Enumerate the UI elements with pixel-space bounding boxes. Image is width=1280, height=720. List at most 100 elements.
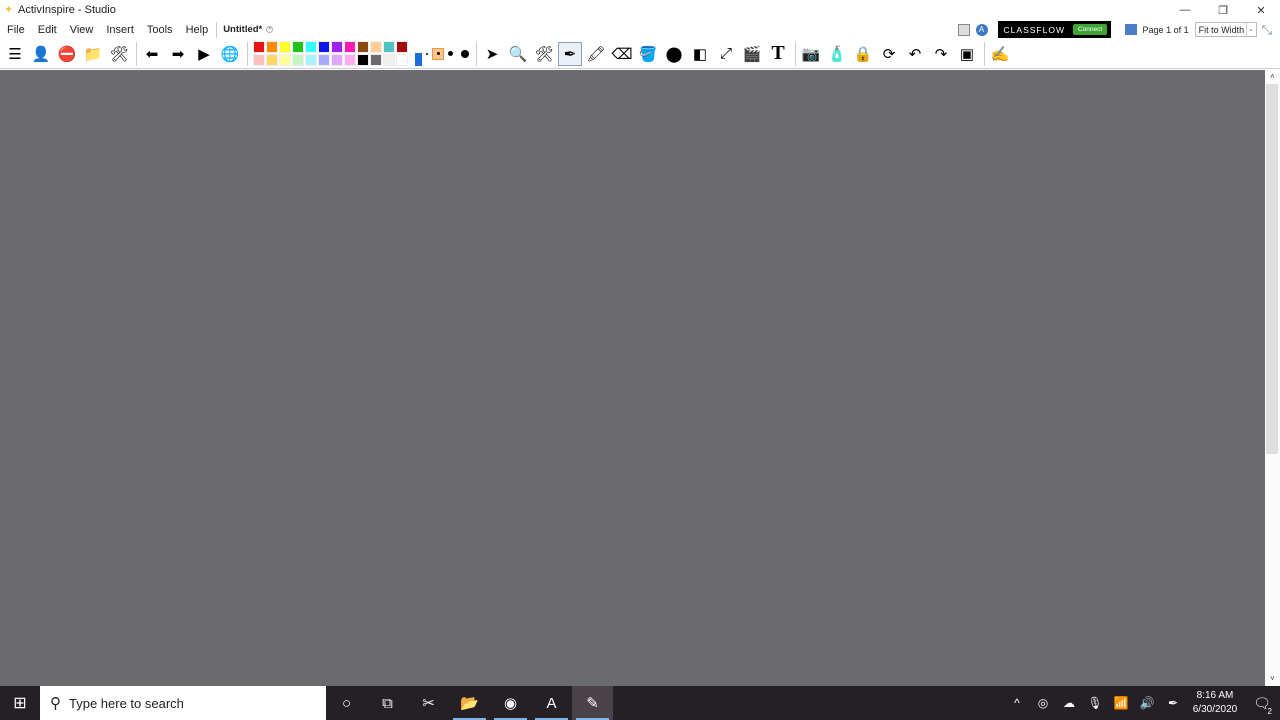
pen-icon[interactable]: ✒ bbox=[558, 41, 582, 66]
scroll-down-icon[interactable]: ˅ bbox=[1265, 672, 1280, 686]
fullscreen-icon[interactable]: ⤡ bbox=[1262, 22, 1272, 38]
menu-file[interactable]: File bbox=[0, 24, 31, 36]
main-menu-icon[interactable]: ☰ bbox=[3, 42, 27, 66]
color-swatch-row1-5[interactable] bbox=[318, 40, 330, 53]
close-tab-icon[interactable]: × bbox=[266, 26, 274, 33]
color-swatch-row1-6[interactable] bbox=[331, 40, 343, 53]
color-swatch-row2-9[interactable] bbox=[370, 53, 382, 66]
color-swatch-row2-1[interactable] bbox=[266, 53, 278, 66]
clock[interactable]: 8:16 AM 6/30/2020 bbox=[1186, 689, 1244, 717]
color-swatch-row1-10[interactable] bbox=[383, 40, 395, 53]
color-swatch-row1-7[interactable] bbox=[344, 40, 356, 53]
tools-icon[interactable]: 🛠 bbox=[532, 42, 556, 66]
taskbar-search[interactable]: ⚲ Type here to search bbox=[40, 686, 326, 720]
menu-edit[interactable]: Edit bbox=[31, 24, 63, 36]
color-swatch-row2-0[interactable] bbox=[253, 53, 265, 66]
start-button[interactable]: ⊞ bbox=[0, 686, 40, 720]
eraser-icon[interactable]: ⌫ bbox=[610, 42, 634, 66]
pen-workspace-icon[interactable]: ✒ bbox=[1160, 696, 1186, 710]
pen-width-medium[interactable] bbox=[448, 51, 453, 56]
magic-ink-icon[interactable]: ◧ bbox=[688, 42, 712, 66]
clapperboard-icon[interactable]: 🎬 bbox=[740, 42, 764, 66]
page-grid-icon[interactable] bbox=[1124, 24, 1137, 35]
color-swatch-row1-1[interactable] bbox=[266, 40, 278, 53]
color-swatch-row2-7[interactable] bbox=[344, 53, 356, 66]
resource-library-icon[interactable]: 📁 bbox=[81, 42, 105, 66]
color-swatch-row2-8[interactable] bbox=[357, 53, 369, 66]
pen-width-large[interactable] bbox=[461, 49, 469, 58]
no-entry-icon[interactable]: ⛔ bbox=[55, 42, 79, 66]
task-view-icon[interactable]: ⧉ bbox=[367, 686, 408, 720]
color-swatch-row2-5[interactable] bbox=[318, 53, 330, 66]
color-swatch-row2-11[interactable] bbox=[396, 53, 408, 66]
show-hidden-icons[interactable]: ^ bbox=[1004, 696, 1030, 710]
menu-tools[interactable]: Tools bbox=[140, 24, 179, 36]
next-page-icon[interactable]: ➡ bbox=[166, 42, 190, 66]
onedrive-icon[interactable]: ☁ bbox=[1056, 696, 1082, 710]
document-tab[interactable]: Untitled* × bbox=[223, 24, 274, 35]
pen-width-tiny[interactable] bbox=[426, 52, 428, 55]
scroll-up-icon[interactable]: ˄ bbox=[1265, 70, 1280, 84]
magnifier-icon[interactable]: 🔍 bbox=[506, 42, 530, 66]
color-swatch-row2-10[interactable] bbox=[383, 53, 395, 66]
play-icon[interactable]: ▶ bbox=[192, 42, 216, 66]
undo-icon[interactable]: ↶ bbox=[903, 42, 927, 66]
restore-button[interactable]: ❐ bbox=[1204, 0, 1242, 20]
color-swatch-row1-9[interactable] bbox=[370, 40, 382, 53]
chrome-icon[interactable]: ◉ bbox=[490, 686, 531, 720]
activinspire-globe-icon[interactable]: 🌐 bbox=[218, 42, 242, 66]
lock-icon[interactable]: 🔒 bbox=[851, 42, 875, 66]
shape-icon[interactable]: ⬤ bbox=[662, 42, 686, 66]
volume-icon[interactable]: 🔊 bbox=[1134, 696, 1160, 710]
active-color-indicator[interactable] bbox=[415, 53, 422, 66]
highlighter-icon[interactable]: 🖍 bbox=[584, 42, 608, 66]
menu-insert[interactable]: Insert bbox=[99, 24, 140, 36]
zoom-select[interactable]: Fit to Width ⌄ bbox=[1194, 22, 1257, 37]
menu-view[interactable]: View bbox=[63, 24, 100, 36]
color-swatch-row1-11[interactable] bbox=[396, 40, 408, 53]
pen-width-small-selected[interactable] bbox=[432, 47, 444, 60]
text-icon[interactable]: T bbox=[766, 42, 790, 66]
color-swatch-row1-3[interactable] bbox=[292, 40, 304, 53]
camera-icon[interactable]: 📷 bbox=[799, 42, 823, 66]
microphone-icon[interactable]: 🎙 bbox=[1082, 696, 1108, 710]
color-swatch-row1-2[interactable] bbox=[279, 40, 291, 53]
toolbox-settings-icon[interactable]: 🛠 bbox=[107, 42, 131, 66]
color-swatch-row2-2[interactable] bbox=[279, 53, 291, 66]
select-icon[interactable]: ➤ bbox=[480, 42, 504, 66]
pen-width-group bbox=[415, 41, 473, 67]
activinspire-account-icon[interactable]: A bbox=[975, 23, 988, 36]
chevron-down-icon[interactable]: ⌄ bbox=[1245, 23, 1256, 36]
minimize-button[interactable]: — bbox=[1166, 0, 1204, 20]
cortana-icon[interactable]: ○ bbox=[326, 686, 367, 720]
vertical-scrollbar[interactable]: ˄ ˅ bbox=[1265, 70, 1280, 686]
menu-help[interactable]: Help bbox=[179, 24, 215, 36]
color-swatch-row2-3[interactable] bbox=[292, 53, 304, 66]
color-swatch-row1-8[interactable] bbox=[357, 40, 369, 53]
activinspire-taskbar-icon[interactable]: ✎ bbox=[572, 686, 613, 720]
fill-icon[interactable]: 🪣 bbox=[636, 42, 660, 66]
browsers-icon[interactable]: 👤 bbox=[29, 42, 53, 66]
page-browser-icon[interactable] bbox=[957, 23, 970, 36]
color-swatch-row1-0[interactable] bbox=[253, 40, 265, 53]
previous-page-icon[interactable]: ⬅ bbox=[140, 42, 164, 66]
small-page-icon[interactable]: ▣ bbox=[955, 42, 979, 66]
clear-icon[interactable]: 🧴 bbox=[825, 42, 849, 66]
connector-icon[interactable]: ⤢ bbox=[714, 42, 738, 66]
file-explorer-icon[interactable]: 📂 bbox=[449, 686, 490, 720]
reset-page-icon[interactable]: ⟳ bbox=[877, 42, 901, 66]
dual-user-icon[interactable]: ✍ bbox=[988, 42, 1012, 66]
snipping-tool-icon[interactable]: ✂ bbox=[408, 686, 449, 720]
wifi-icon[interactable]: 📶 bbox=[1108, 696, 1134, 710]
color-swatch-row2-4[interactable] bbox=[305, 53, 317, 66]
notification-center-icon[interactable]: 🗨 2 bbox=[1244, 695, 1280, 716]
redo-icon[interactable]: ↷ bbox=[929, 42, 953, 66]
flipchart-canvas[interactable] bbox=[0, 70, 1265, 686]
close-button[interactable]: ✕ bbox=[1242, 0, 1280, 20]
color-swatch-row1-4[interactable] bbox=[305, 40, 317, 53]
color-swatch-row2-6[interactable] bbox=[331, 53, 343, 66]
app-tray-icon[interactable]: ◎ bbox=[1030, 696, 1056, 710]
acrobat-icon[interactable]: A bbox=[531, 686, 572, 720]
connect-button[interactable]: Connect bbox=[1072, 24, 1108, 35]
scroll-thumb[interactable] bbox=[1266, 84, 1278, 454]
